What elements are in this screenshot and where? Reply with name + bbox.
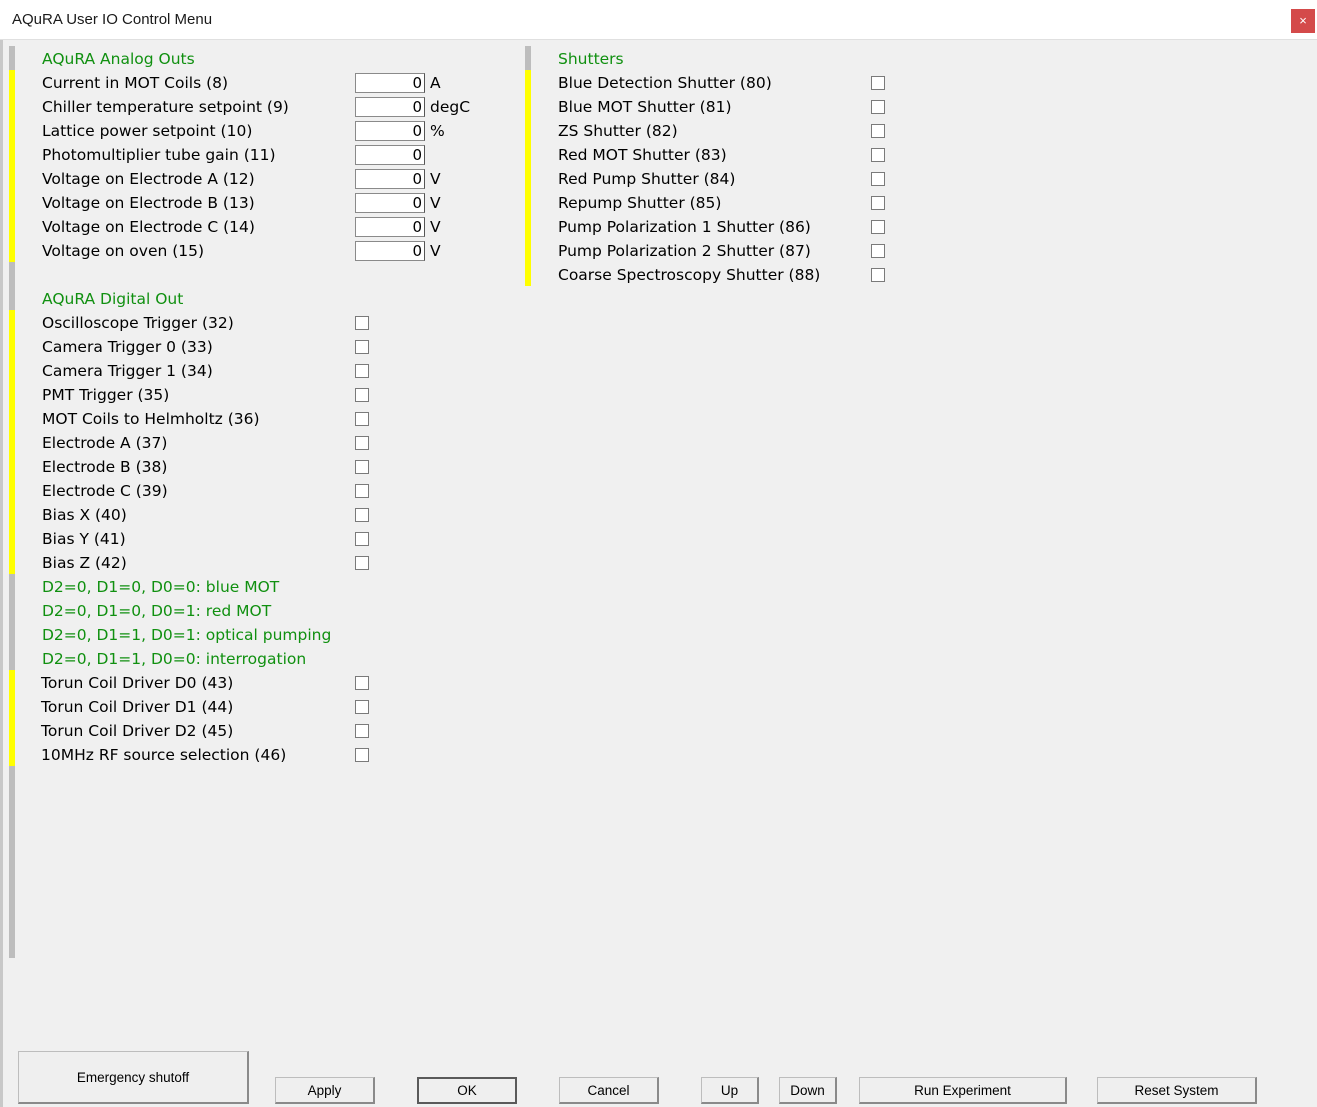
window-left-border [0,40,3,1107]
section-marker [525,46,531,70]
digital-label: Camera Trigger 0 (33) [42,338,213,356]
analog-value-input[interactable]: 0 [355,241,425,261]
digital-label: 10MHz RF source selection (46) [41,746,287,764]
shutter-label: Pump Polarization 1 Shutter (86) [558,218,811,236]
digital-checkbox[interactable] [355,676,369,690]
cancel-button[interactable]: Cancel [559,1077,659,1104]
digital-heading: AQuRA Digital Out [42,290,184,308]
analog-label: Voltage on oven (15) [42,242,205,260]
emergency-shutoff-button[interactable]: Emergency shutoff [18,1051,249,1104]
digital-label: Camera Trigger 1 (34) [42,362,213,380]
mode-description: D2=0, D1=1, D0=0: interrogation [42,650,307,668]
digital-checkbox[interactable] [355,724,369,738]
reset-system-button[interactable]: Reset System [1097,1077,1257,1104]
shutter-checkbox[interactable] [871,148,885,162]
digital-label: Electrode B (38) [42,458,168,476]
digital-checkbox[interactable] [355,436,369,450]
analog-label: Lattice power setpoint (10) [42,122,253,140]
run-experiment-button[interactable]: Run Experiment [859,1077,1067,1104]
active-marker [525,70,531,286]
section-marker [9,574,15,670]
digital-label: Torun Coil Driver D1 (44) [41,698,234,716]
analog-unit: V [430,194,441,212]
digital-checkbox[interactable] [355,460,369,474]
analog-label: Voltage on Electrode A (12) [42,170,255,188]
digital-label: Oscilloscope Trigger (32) [42,314,234,332]
shutter-checkbox[interactable] [871,268,885,282]
section-marker [9,262,15,310]
digital-label: Bias X (40) [42,506,127,524]
analog-value-input[interactable]: 0 [355,97,425,117]
digital-checkbox[interactable] [355,340,369,354]
shutter-checkbox[interactable] [871,76,885,90]
shutter-checkbox[interactable] [871,220,885,234]
digital-label: MOT Coils to Helmholtz (36) [42,410,260,428]
shutter-label: Pump Polarization 2 Shutter (87) [558,242,811,260]
close-button[interactable]: × [1291,9,1315,33]
analog-value-input[interactable]: 0 [355,169,425,189]
analog-heading: AQuRA Analog Outs [42,50,195,68]
digital-label: Bias Z (42) [42,554,127,572]
analog-label: Chiller temperature setpoint (9) [42,98,289,116]
mode-description: D2=0, D1=1, D0=1: optical pumping [42,626,332,644]
mode-description: D2=0, D1=0, D0=0: blue MOT [42,578,280,596]
digital-checkbox[interactable] [355,700,369,714]
shutter-label: Blue MOT Shutter (81) [558,98,732,116]
analog-value-input[interactable]: 0 [355,73,425,93]
shutter-label: Red MOT Shutter (83) [558,146,727,164]
analog-unit: V [430,218,441,236]
shutter-checkbox[interactable] [871,244,885,258]
shutter-checkbox[interactable] [871,196,885,210]
analog-unit: degC [430,98,471,116]
digital-label: Electrode C (39) [42,482,168,500]
shutters-heading: Shutters [558,50,624,68]
down-button[interactable]: Down [779,1077,837,1104]
shutter-label: Coarse Spectroscopy Shutter (88) [558,266,821,284]
analog-label: Voltage on Electrode C (14) [42,218,255,236]
digital-checkbox[interactable] [355,508,369,522]
shutter-label: ZS Shutter (82) [558,122,678,140]
digital-label: PMT Trigger (35) [42,386,170,404]
digital-checkbox[interactable] [355,412,369,426]
window-title: AQuRA User IO Control Menu [12,11,213,28]
analog-value-input[interactable]: 0 [355,217,425,237]
up-button[interactable]: Up [701,1077,759,1104]
digital-label: Electrode A (37) [42,434,168,452]
analog-unit: V [430,242,441,260]
title-bar: AQuRA User IO Control Menu × [0,0,1317,40]
apply-button[interactable]: Apply [275,1077,375,1104]
shutter-checkbox[interactable] [871,100,885,114]
digital-checkbox[interactable] [355,364,369,378]
section-marker [9,766,15,958]
analog-label: Current in MOT Coils (8) [42,74,229,92]
shutter-label: Red Pump Shutter (84) [558,170,736,188]
analog-unit: A [430,74,441,92]
shutter-label: Repump Shutter (85) [558,194,722,212]
analog-unit: % [430,122,445,140]
shutter-checkbox[interactable] [871,172,885,186]
ok-button[interactable]: OK [417,1077,517,1104]
digital-label: Torun Coil Driver D0 (43) [41,674,234,692]
section-marker [9,46,15,70]
analog-value-input[interactable]: 0 [355,145,425,165]
digital-checkbox[interactable] [355,388,369,402]
analog-value-input[interactable]: 0 [355,121,425,141]
shutter-label: Blue Detection Shutter (80) [558,74,772,92]
digital-checkbox[interactable] [355,556,369,570]
digital-label: Torun Coil Driver D2 (45) [41,722,234,740]
digital-checkbox[interactable] [355,316,369,330]
analog-label: Voltage on Electrode B (13) [42,194,255,212]
active-marker [9,310,15,574]
digital-checkbox[interactable] [355,532,369,546]
active-marker [9,670,15,766]
mode-description: D2=0, D1=0, D0=1: red MOT [42,602,272,620]
digital-checkbox[interactable] [355,748,369,762]
shutter-checkbox[interactable] [871,124,885,138]
active-marker [9,70,15,262]
digital-label: Bias Y (41) [42,530,126,548]
digital-checkbox[interactable] [355,484,369,498]
analog-unit: V [430,170,441,188]
analog-label: Photomultiplier tube gain (11) [42,146,276,164]
analog-value-input[interactable]: 0 [355,193,425,213]
